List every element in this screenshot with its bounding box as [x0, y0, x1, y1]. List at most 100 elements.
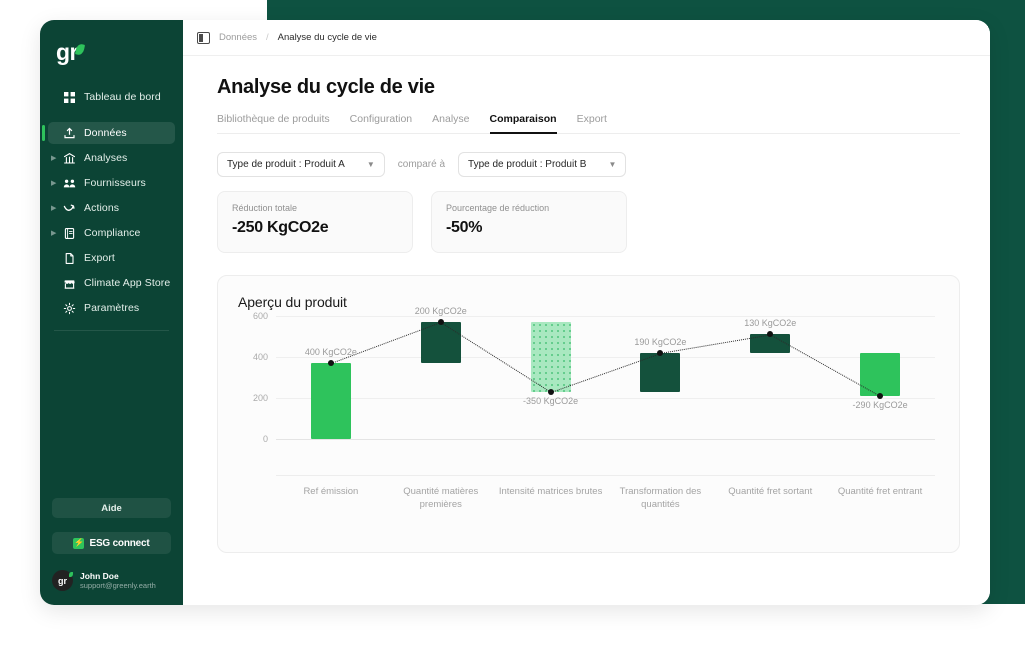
chart-x-label: Ref émission: [303, 486, 359, 497]
leaf-icon: [74, 43, 86, 56]
chart-x-label: Intensité matrices brutes: [498, 486, 603, 497]
sidebar-item-export[interactable]: Export: [48, 247, 175, 269]
gear-icon: [62, 301, 76, 315]
sidebar-footer: Aide ⚡ ESG connect gr John Doe support@g…: [40, 498, 183, 605]
upload-icon: [62, 126, 76, 140]
main-area: Données / Analyse du cycle de vie Analys…: [183, 20, 990, 605]
chart-gridline: [276, 357, 935, 358]
kpi-card-reduction-totale: Réduction totale -250 KgCO2e: [217, 191, 413, 253]
page-title: Analyse du cycle de vie: [217, 76, 435, 98]
sidebar-item-actions[interactable]: ▶ Actions: [48, 197, 175, 219]
chart-data-label: 190 KgCO2e: [634, 336, 687, 347]
chart-canvas: 0 200 400 600 400 KgCO2e 200 KgCO2e -350 KgCO2…: [253, 306, 935, 461]
kpi-row: Réduction totale -250 KgCO2e Pourcentage…: [217, 191, 960, 253]
grid-icon: [62, 90, 76, 104]
sidebar-item-label: Tableau de bord: [84, 91, 161, 103]
sidebar-item-label: Fournisseurs: [84, 177, 146, 189]
chart-x-label: Quantité fret entrant: [837, 486, 923, 497]
chart-x-label: Transformation des quantités: [619, 486, 702, 510]
chart-data-label: 130 KgCO2e: [744, 318, 797, 329]
app-logo[interactable]: gr: [56, 38, 183, 64]
product-b-select[interactable]: Type de produit : Produit B ▼: [458, 152, 627, 177]
chart-x-axis-labels: Ref émission Quantité matières premières I…: [276, 475, 935, 517]
sidebar-item-label: Compliance: [84, 227, 141, 239]
chart-gridline: [276, 398, 935, 399]
screenshot-stage: gr Tableau de bord Données ▶ Analyses ▶ …: [0, 0, 1025, 661]
breadcrumb-separator: /: [266, 32, 269, 43]
user-text: John Doe support@greenly.earth: [80, 571, 156, 591]
tab-configuration[interactable]: Configuration: [350, 113, 412, 134]
sidebar-item-analyses[interactable]: ▶ Analyses: [48, 147, 175, 169]
sidebar-item-fournisseurs[interactable]: ▶ Fournisseurs: [48, 172, 175, 194]
tab-export[interactable]: Export: [577, 113, 607, 134]
chart-data-point[interactable]: [877, 392, 884, 399]
sidebar-item-climate-app-store[interactable]: Climate App Store: [48, 272, 175, 294]
kpi-value: -50%: [446, 219, 483, 236]
chevron-right-icon: ▶: [51, 204, 57, 212]
sidebar-divider: [54, 330, 169, 331]
help-button[interactable]: Aide: [52, 498, 171, 518]
topbar: Données / Analyse du cycle de vie: [183, 20, 990, 56]
filter-row: Type de produit : Produit A ▼ comparé à …: [217, 152, 960, 177]
tab-bar: Bibliothèque de produits Configuration A…: [217, 113, 960, 134]
decorative-band-right: [988, 0, 1025, 604]
kpi-label: Réduction totale: [232, 203, 298, 213]
sidebar-item-label: Données: [84, 127, 127, 139]
product-a-select-value: Type de produit : Produit A: [227, 159, 345, 170]
tab-analyse[interactable]: Analyse: [432, 113, 469, 134]
bolt-icon: ⚡: [73, 537, 85, 549]
kpi-card-pourcentage-de-reduction: Pourcentage de réduction -50%: [431, 191, 627, 253]
sidebar-nav: Tableau de bord Données ▶ Analyses ▶ Fou…: [40, 86, 183, 322]
chevron-right-icon: ▶: [51, 179, 57, 187]
chart-y-tick-label: 600: [252, 311, 268, 321]
chart-card: Aperçu du produit 0 200 400 600 400 KgCO2e 20…: [217, 275, 960, 553]
chevron-down-icon: ▼: [366, 160, 375, 169]
sidebar-item-parametres[interactable]: Paramètres: [48, 297, 175, 319]
product-a-select[interactable]: Type de produit : Produit A ▼: [217, 152, 385, 177]
sidebar-item-tableau-de-bord[interactable]: Tableau de bord: [48, 86, 175, 108]
chart-data-point[interactable]: [657, 349, 664, 356]
chart-y-tick-label: 400: [252, 352, 268, 362]
chart-gridline: [276, 439, 935, 440]
avatar: gr: [52, 570, 73, 591]
tab-bibliotheque-de-produits[interactable]: Bibliothèque de produits: [217, 113, 330, 134]
store-icon: [62, 276, 76, 290]
book-icon: [62, 226, 76, 240]
chart-data-point[interactable]: [767, 331, 774, 338]
chevron-down-icon: ▼: [608, 160, 617, 169]
product-b-select-value: Type de produit : Produit B: [468, 159, 587, 170]
sidebar: gr Tableau de bord Données ▶ Analyses ▶ …: [40, 20, 183, 605]
file-icon: [62, 251, 76, 265]
kpi-value: -250 KgCO2e: [232, 219, 329, 236]
chart-y-tick-label: 200: [252, 393, 268, 403]
trend-down-icon: [62, 201, 76, 215]
chevron-right-icon: ▶: [51, 154, 57, 162]
chart-data-label: -350 KgCO2e: [523, 395, 579, 406]
user-email: support@greenly.earth: [80, 581, 156, 591]
chart-gridline: [276, 316, 935, 317]
chart-bar[interactable]: [530, 322, 571, 392]
chart-data-point[interactable]: [437, 319, 444, 326]
esg-connect-button[interactable]: ⚡ ESG connect: [52, 532, 171, 554]
chart-bar[interactable]: [310, 363, 351, 439]
user-profile[interactable]: gr John Doe support@greenly.earth: [52, 570, 171, 591]
user-name: John Doe: [80, 570, 119, 581]
chart-data-label: 200 KgCO2e: [414, 306, 467, 317]
app-window: gr Tableau de bord Données ▶ Analyses ▶ …: [40, 20, 990, 605]
sidebar-item-compliance[interactable]: ▶ Compliance: [48, 222, 175, 244]
breadcrumb-item-current[interactable]: Analyse du cycle de vie: [278, 32, 377, 43]
sidebar-item-label: Climate App Store: [84, 277, 171, 289]
breadcrumb-item-donnees[interactable]: Données: [219, 32, 257, 43]
panel-left-icon[interactable]: [197, 31, 210, 44]
chart-title: Aperçu du produit: [238, 294, 347, 310]
chart-y-tick-label: 0: [262, 434, 268, 444]
chart-data-point[interactable]: [327, 360, 334, 367]
chart-data-label: 400 KgCO2e: [304, 347, 357, 358]
chart-bars-icon: [62, 151, 76, 165]
chart-data-label: -290 KgCO2e: [852, 399, 908, 410]
chart-data-point[interactable]: [547, 388, 554, 395]
tab-comparaison[interactable]: Comparaison: [489, 113, 557, 134]
kpi-label: Pourcentage de réduction: [446, 203, 550, 213]
sidebar-item-donnees[interactable]: Données: [42, 122, 175, 144]
suppliers-icon: [62, 176, 76, 190]
